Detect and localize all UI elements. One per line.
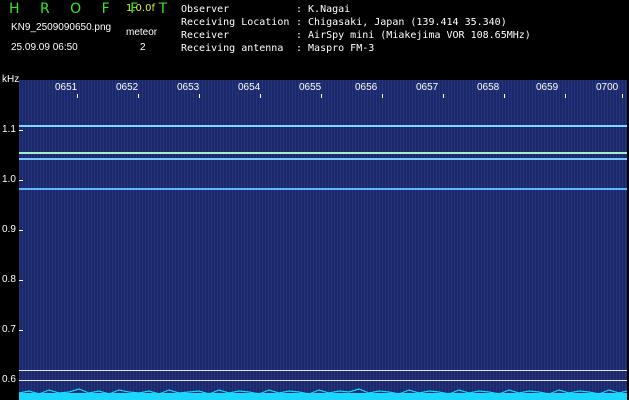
x-tick-label: 0657 [416, 82, 439, 93]
y-tick-mark [19, 280, 23, 281]
datetime: 25.09.09 06:50 [11, 42, 78, 53]
info-value: : Maspro FM-3 [296, 43, 375, 54]
info-value: : Chigasaki, Japan (139.414 35.340) [296, 17, 507, 28]
mode-value: 2 [140, 42, 146, 53]
signal-trace [19, 125, 627, 127]
info-label: Receiver [181, 30, 230, 41]
x-tick-mark [77, 94, 78, 98]
y-tick-mark [19, 130, 23, 131]
x-tick-label: 0652 [116, 82, 139, 93]
x-tick-mark [443, 94, 444, 98]
signal-trace [19, 158, 627, 160]
noise-texture [19, 80, 627, 400]
info-label: Observer [181, 4, 230, 15]
x-tick-mark [138, 94, 139, 98]
amplitude-baseline [19, 388, 627, 400]
info-label: Receiving antenna [181, 43, 284, 54]
x-tick-mark [199, 94, 200, 98]
x-tick-mark [622, 94, 623, 98]
file-name: KN9_2509090650.png [11, 22, 112, 33]
x-tick-mark [321, 94, 322, 98]
y-tick-mark [19, 180, 23, 181]
y-tick-label: 1.1 [2, 124, 16, 135]
signal-trace [19, 188, 627, 190]
y-tick-label: 0.6 [2, 374, 16, 385]
station-info: Observer : K.Nagai Receiving Location : Ch… [181, 3, 531, 55]
reference-line [19, 370, 627, 371]
x-tick-label: 0700 [596, 82, 619, 93]
signal-trace [19, 152, 627, 154]
info-row-receiver: Receiver : AirSpy mini (Miakejima VOR 108… [181, 29, 531, 42]
info-label: Receiving Location [181, 17, 290, 28]
info-row-location: Receiving Location : Chigasaki, Japan (13… [181, 16, 531, 29]
x-tick-mark [565, 94, 566, 98]
x-tick-label: 0658 [477, 82, 500, 93]
header-panel: H R O F F T 1.0.0f KN9_2509090650.png me… [0, 0, 629, 72]
y-tick-mark [19, 230, 23, 231]
reference-line [19, 380, 627, 381]
info-row-observer: Observer : K.Nagai [181, 3, 531, 16]
x-tick-label: 0655 [299, 82, 322, 93]
y-tick-label: 0.8 [2, 274, 16, 285]
x-tick-label: 0659 [536, 82, 559, 93]
mode-label: meteor [126, 27, 158, 38]
x-tick-label: 0654 [238, 82, 261, 93]
version-label: 1.0.0f [126, 3, 155, 14]
y-axis-unit: kHz [2, 74, 20, 85]
info-row-antenna: Receiving antenna : Maspro FM-3 [181, 42, 531, 55]
x-tick-mark [382, 94, 383, 98]
info-value: : K.Nagai [296, 4, 351, 15]
x-tick-label: 0653 [177, 82, 200, 93]
x-tick-label: 0656 [355, 82, 378, 93]
x-tick-label: 0651 [55, 82, 78, 93]
y-tick-label: 0.9 [2, 224, 16, 235]
y-tick-mark [19, 330, 23, 331]
y-tick-label: 1.0 [2, 174, 16, 185]
spectrogram-plot [19, 80, 627, 400]
y-tick-label: 0.7 [2, 324, 16, 335]
x-tick-mark [260, 94, 261, 98]
info-value: : AirSpy mini (Miakejima VOR 108.65MHz) [296, 30, 531, 41]
x-tick-mark [504, 94, 505, 98]
